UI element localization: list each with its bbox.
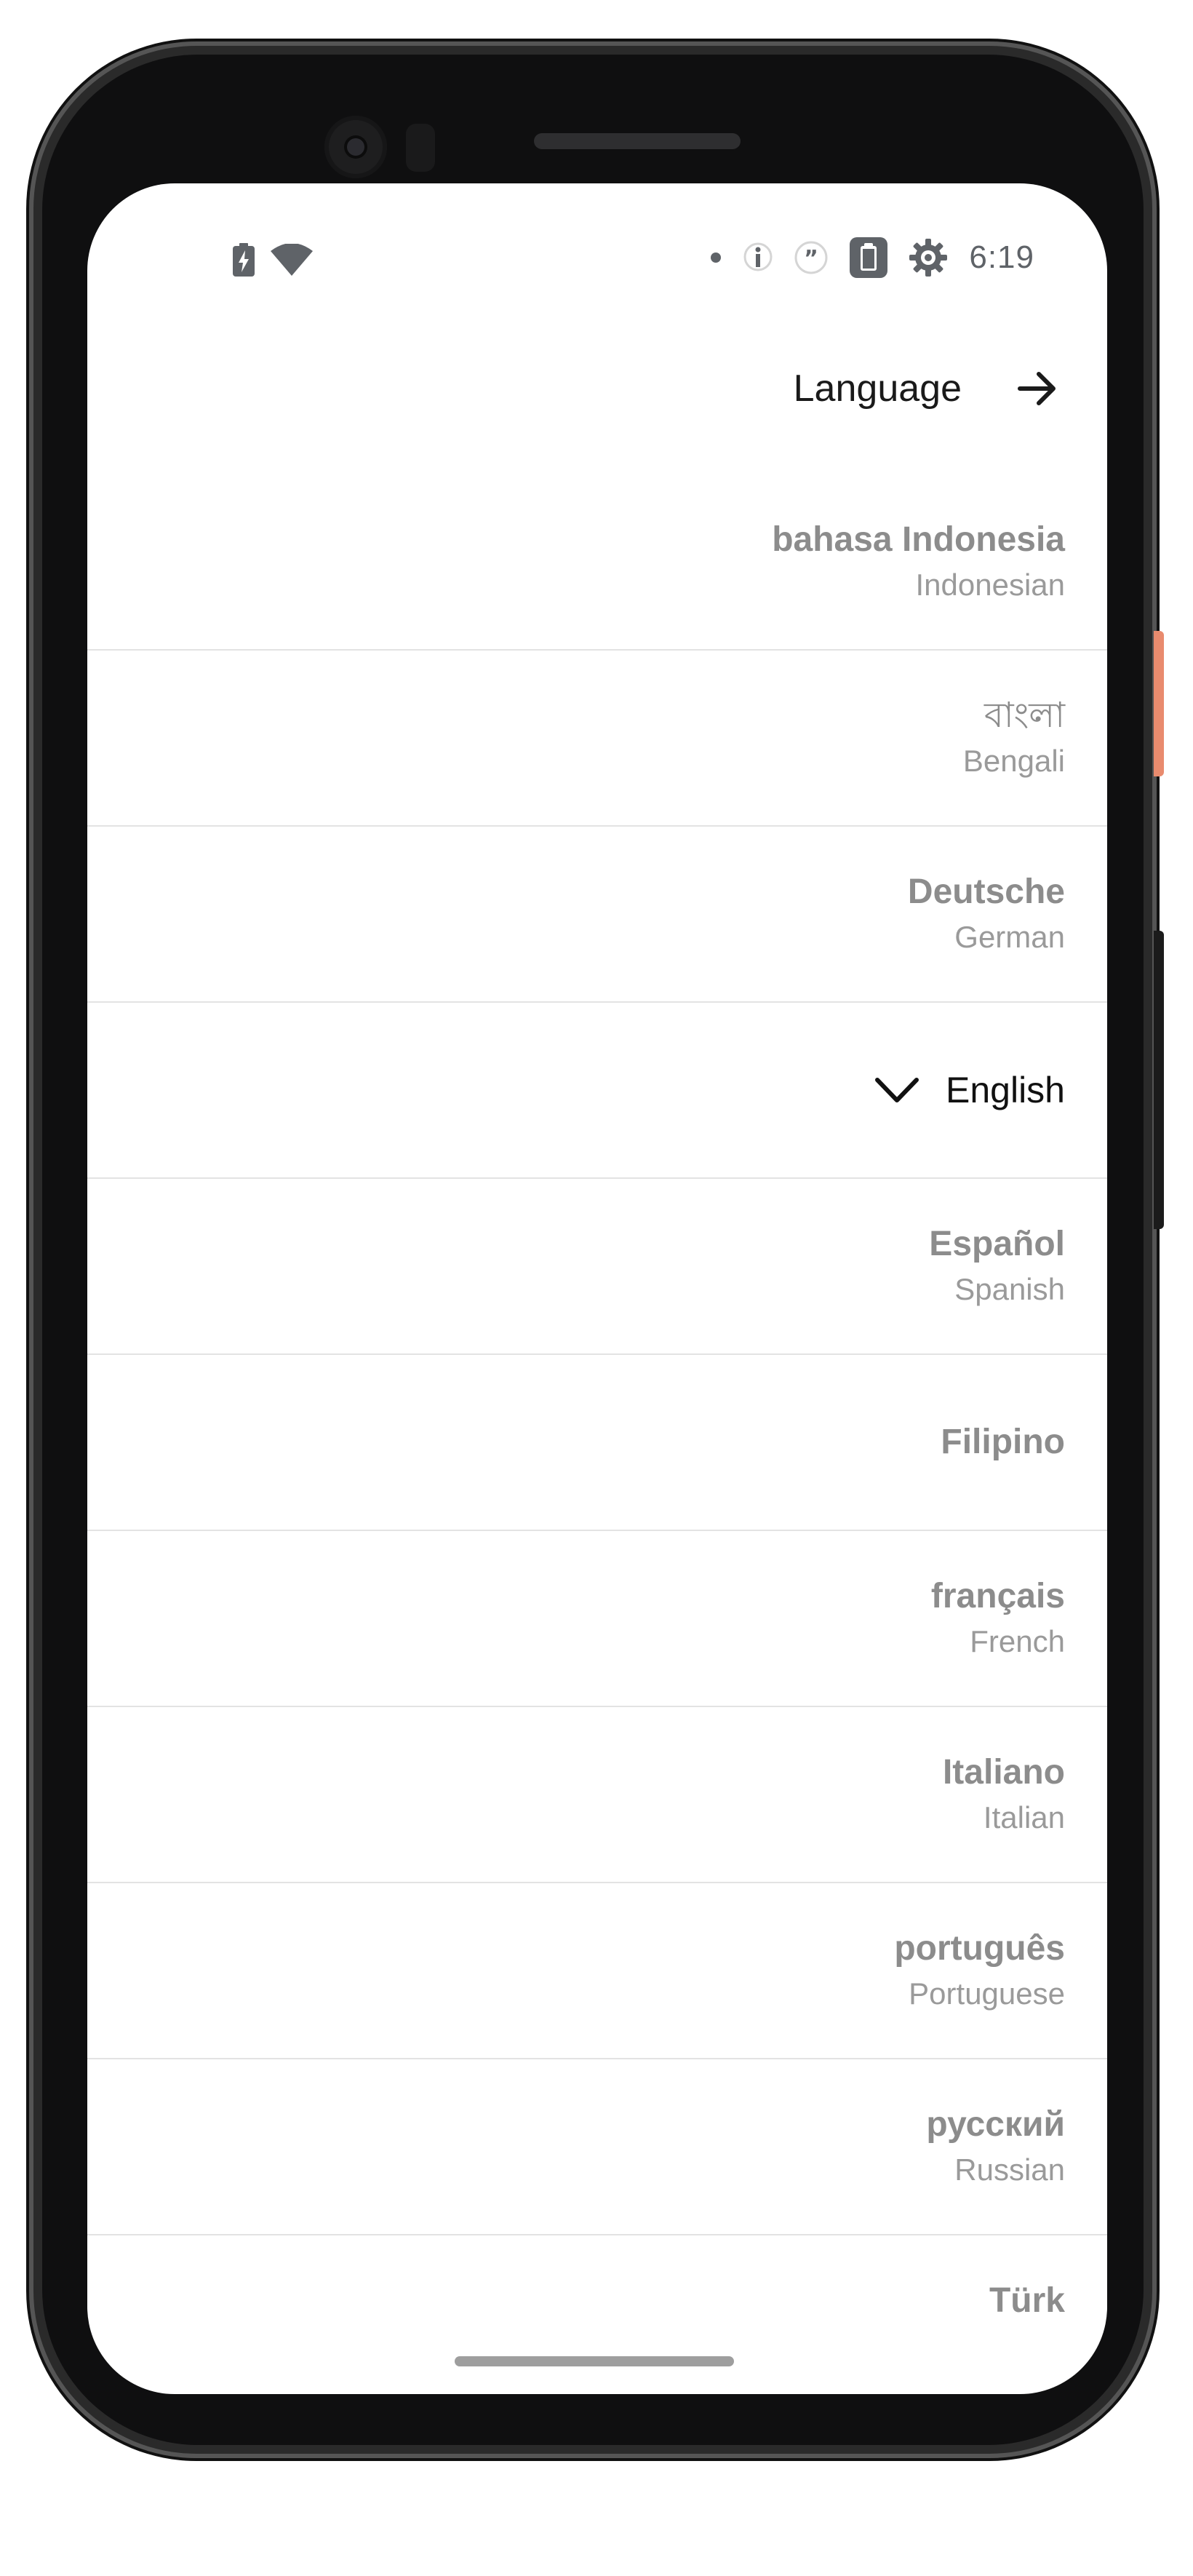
language-item-text: русский Russian [926, 2059, 1065, 2234]
power-button[interactable] [1154, 631, 1164, 776]
language-item-text: bahasa Indonesia Indonesian [772, 474, 1065, 649]
page-title: Language [793, 367, 962, 410]
app-screen: ” 6:19 Language bahasa Indonesia Indones… [87, 183, 1107, 2394]
language-item-russian[interactable]: русский Russian [87, 2059, 1107, 2235]
language-native-name: Deutsche [907, 872, 1065, 911]
gesture-nav-handle[interactable] [455, 2356, 734, 2366]
language-native-name: Filipino [941, 1423, 1065, 1461]
language-item-text: français French [931, 1531, 1065, 1706]
front-camera [324, 116, 387, 178]
language-native-name: Español [929, 1225, 1065, 1263]
language-english-name: Bengali [962, 744, 1065, 778]
chevron-down-icon [875, 1078, 919, 1102]
arrow-right-icon[interactable] [1016, 367, 1059, 410]
proximity-sensor [406, 124, 435, 172]
language-english-name: Portuguese [909, 1976, 1065, 2011]
language-item-text: português Portuguese [894, 1883, 1065, 2058]
language-item-indonesian[interactable]: bahasa Indonesia Indonesian [87, 474, 1107, 651]
language-native-name: Türk [989, 2281, 1065, 2320]
info-icon [743, 242, 773, 271]
volume-button[interactable] [1154, 931, 1164, 1229]
language-item-bengali[interactable]: বাংলা Bengali [87, 651, 1107, 827]
status-left-icons [233, 243, 313, 277]
language-list: bahasa Indonesia Indonesian বাংলা Bengal… [87, 474, 1107, 2394]
language-item-text: Filipino [941, 1355, 1065, 1530]
wifi-icon [271, 244, 313, 276]
language-item-text: বাংলা Bengali [963, 651, 1065, 825]
status-right-icons: ” 6:19 [710, 237, 1034, 278]
language-english-name: Russian [954, 2152, 1065, 2187]
status-bar: ” 6:19 [87, 183, 1107, 285]
language-english-name: Spanish [954, 1272, 1065, 1306]
language-native-name: русский [926, 2105, 1065, 2144]
language-native-name: bahasa Indonesia [772, 520, 1065, 559]
language-item-italian[interactable]: Italiano Italian [87, 1707, 1107, 1883]
language-english-name: Indonesian [915, 568, 1065, 602]
quote-icon: ” [794, 241, 828, 274]
language-item-text: Deutsche German [908, 827, 1065, 1001]
language-item-turkish[interactable]: Türk [87, 2235, 1107, 2394]
language-native-name: English [946, 1070, 1065, 1110]
language-native-name: বাংলা [984, 696, 1065, 735]
header-bar: Language [87, 351, 1107, 424]
language-item-filipino[interactable]: Filipino [87, 1355, 1107, 1531]
language-english-name: French [970, 1624, 1065, 1658]
language-item-portuguese[interactable]: português Portuguese [87, 1883, 1107, 2059]
clipboard-icon [850, 237, 888, 278]
language-native-name: português [894, 1929, 1065, 1968]
language-item-text: Italiano Italian [943, 1707, 1065, 1882]
earpiece-speaker [534, 133, 741, 149]
language-item-text: Türk [989, 2235, 1065, 2394]
language-item-text: English [874, 1003, 1065, 1177]
language-native-name: Italiano [942, 1753, 1065, 1792]
battery-charging-icon [233, 243, 255, 277]
clock: 6:19 [969, 239, 1034, 275]
notification-dot-icon [711, 253, 722, 263]
settings-gear-icon [909, 239, 948, 277]
language-native-name: français [930, 1577, 1065, 1615]
language-item-german[interactable]: Deutsche German [87, 827, 1107, 1003]
language-item-spanish[interactable]: Español Spanish [87, 1179, 1107, 1355]
language-english-name: Italian [983, 1800, 1065, 1834]
language-item-english[interactable]: English [87, 1003, 1107, 1179]
language-item-french[interactable]: français French [87, 1531, 1107, 1707]
svg-text:”: ” [805, 246, 819, 271]
language-item-text: Español Spanish [929, 1179, 1065, 1353]
language-english-name: German [954, 920, 1065, 954]
